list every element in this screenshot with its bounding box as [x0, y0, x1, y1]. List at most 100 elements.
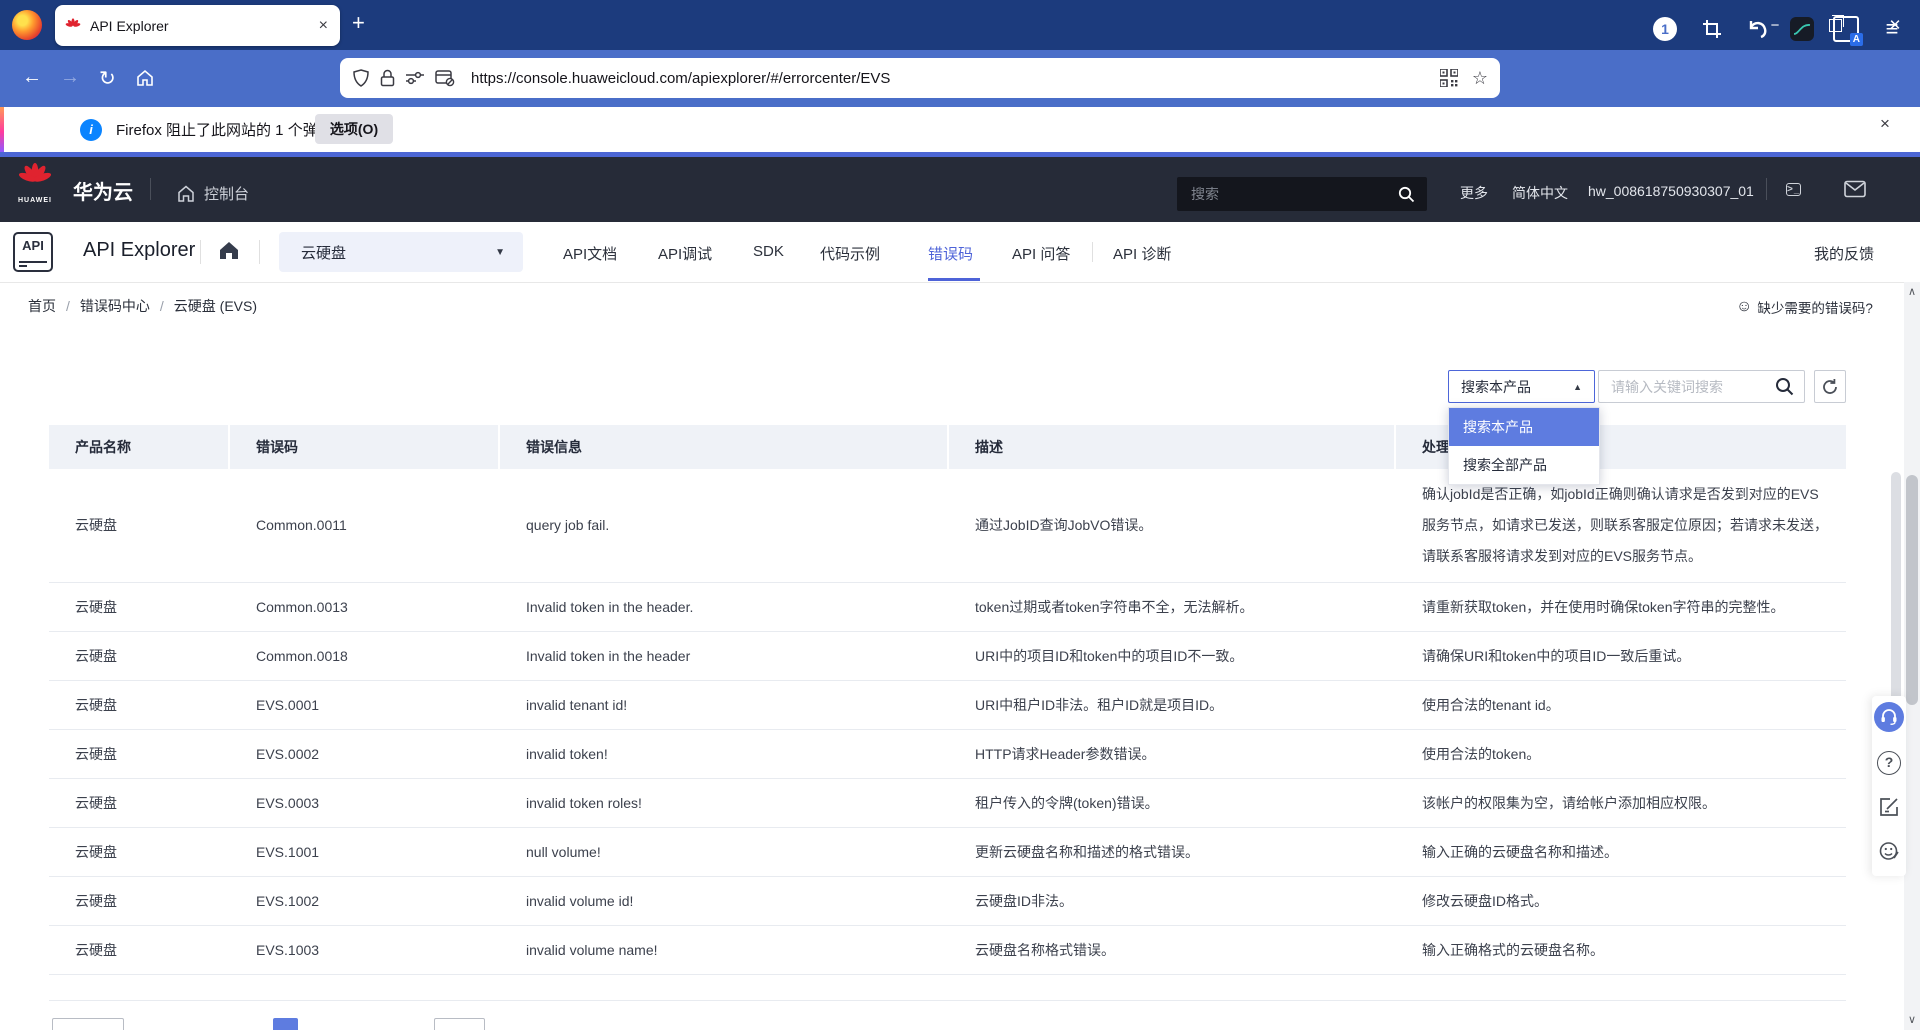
api-explorer-logo[interactable]: API: [13, 232, 53, 272]
breadcrumb: 首页 / 错误码中心 / 云硬盘 (EVS): [28, 296, 257, 316]
permissions-icon[interactable]: [405, 71, 425, 85]
notification-options-button[interactable]: 选项(O): [315, 114, 393, 144]
content-scrollbar-thumb[interactable]: [1891, 472, 1901, 703]
nav-account-link[interactable]: hw_008618750930307_01: [1588, 183, 1754, 199]
forward-icon[interactable]: →: [60, 66, 80, 89]
keyword-search-box[interactable]: [1598, 370, 1805, 403]
page-scrollbar-thumb[interactable]: [1906, 475, 1918, 705]
subnav-title[interactable]: API Explorer: [83, 239, 195, 262]
cell-description: 云硬盘名称格式错误。: [949, 940, 1396, 960]
feedback-button[interactable]: [1874, 836, 1904, 866]
smiley-pen-icon: [1878, 840, 1900, 862]
url-bar[interactable]: https://console.huaweicloud.com/apiexplo…: [340, 58, 1500, 98]
subnav-home-icon[interactable]: [218, 240, 240, 261]
dark-extension-icon[interactable]: [1782, 0, 1822, 57]
product-select[interactable]: 云硬盘 ▼: [279, 232, 523, 272]
refresh-icon: [1821, 378, 1839, 396]
help-button[interactable]: ?: [1874, 748, 1904, 778]
mail-icon[interactable]: [1844, 179, 1866, 199]
keyword-search-input[interactable]: [1609, 378, 1775, 396]
popup-blocked-icon[interactable]: [435, 69, 455, 87]
page-size-select[interactable]: [52, 1018, 124, 1030]
table-row: 云硬盘 EVS.0002 invalid token! HTTP请求Header…: [49, 729, 1846, 778]
firefox-icon[interactable]: [12, 10, 42, 40]
page-jump-input[interactable]: [434, 1018, 485, 1030]
customer-service-button[interactable]: [1874, 702, 1904, 732]
search-scope-select[interactable]: 搜索本产品 ▲: [1448, 370, 1595, 403]
scroll-down-icon[interactable]: ∨: [1904, 1013, 1920, 1026]
table-row: 云硬盘 EVS.0003 invalid token roles! 租户传入的令…: [49, 778, 1846, 827]
cell-description: 更新云硬盘名称和描述的格式错误。: [949, 842, 1396, 862]
error-code-table: 产品名称 错误码 错误信息 描述 处理措施 云硬盘 Common.0011 qu…: [49, 425, 1846, 1001]
tab-error-codes[interactable]: 错误码: [928, 243, 973, 264]
cell-action: 输入正确格式的云硬盘描述。: [1396, 975, 1846, 1001]
cell-error-message: query job fail.: [500, 515, 949, 535]
translate-extension-icon[interactable]: [1826, 0, 1866, 57]
screenshot-crop-icon[interactable]: [1692, 0, 1732, 57]
cell-product: 云硬盘: [49, 597, 230, 617]
extension-badge-button[interactable]: 1: [1645, 0, 1685, 57]
undo-arrow-icon[interactable]: [1738, 0, 1778, 57]
cell-action: 确认jobId是否正确，如jobId正确则确认请求是否发到对应的EVS服务节点，…: [1396, 479, 1846, 572]
search-icon[interactable]: [1775, 377, 1794, 396]
tab-api-docs[interactable]: API文档: [563, 243, 617, 264]
browser-window: API Explorer × + ∨ − ✕ ← → ↻ https://con…: [0, 0, 1920, 1030]
cell-action: 输入正确格式的云硬盘名称。: [1396, 940, 1846, 960]
product-select-value: 云硬盘: [301, 242, 346, 263]
tab-api-debug[interactable]: API调试: [658, 243, 712, 264]
tab-api-diagnosis[interactable]: API 诊断: [1113, 243, 1171, 264]
scroll-up-icon[interactable]: ∧: [1904, 285, 1920, 298]
table-row: 云硬盘 Common.0013 Invalid token in the hea…: [49, 582, 1846, 631]
missing-error-code-link[interactable]: ☺ 缺少需要的错误码?: [1736, 297, 1873, 317]
dropdown-option-this-product[interactable]: 搜索本产品: [1449, 408, 1599, 446]
notification-message: Firefox 阻止了此网站的 1 个弹窗。: [116, 119, 348, 140]
cell-error-message: invalid volume description!: [500, 975, 949, 1001]
tab-api-qa[interactable]: API 问答: [1012, 243, 1070, 264]
lock-icon[interactable]: [380, 69, 395, 87]
qr-code-icon[interactable]: [1440, 69, 1458, 87]
brand-name[interactable]: 华为云: [73, 176, 133, 205]
bookmark-star-icon[interactable]: ☆: [1472, 68, 1488, 89]
cell-description: 云硬盘ID非法。: [949, 891, 1396, 911]
nav-language-link[interactable]: 简体中文: [1512, 183, 1568, 203]
cell-error-message: Invalid token in the header: [500, 646, 949, 666]
home-icon[interactable]: [135, 68, 155, 88]
cell-product: 云硬盘: [49, 695, 230, 715]
nav-search-input[interactable]: [1189, 185, 1398, 203]
search-scope-dropdown: 搜索本产品 搜索全部产品: [1448, 407, 1600, 485]
breadcrumb-home[interactable]: 首页: [28, 296, 56, 316]
tab-close-icon[interactable]: ×: [317, 17, 330, 35]
survey-button[interactable]: [1874, 792, 1904, 822]
cell-error-code: EVS.1001: [230, 842, 500, 862]
cell-error-code: Common.0013: [230, 597, 500, 617]
subnav-divider: [1092, 242, 1093, 262]
tab-code-samples[interactable]: 代码示例: [820, 243, 880, 264]
huawei-logo[interactable]: HUAWEI: [12, 163, 58, 204]
console-terminal-icon[interactable]: >_: [1786, 179, 1801, 199]
cell-description: URI中租户ID非法。租户ID就是项目ID。: [949, 695, 1396, 715]
notification-close-icon[interactable]: ×: [1880, 114, 1890, 134]
dropdown-option-all-products[interactable]: 搜索全部产品: [1449, 446, 1599, 484]
browser-tab[interactable]: API Explorer ×: [55, 5, 340, 46]
console-link[interactable]: 控制台: [176, 183, 249, 204]
header-description: 描述: [949, 425, 1396, 469]
shield-icon[interactable]: [352, 69, 370, 87]
url-text[interactable]: https://console.huaweicloud.com/apiexplo…: [471, 70, 1440, 87]
breadcrumb-error-center[interactable]: 错误码中心: [80, 296, 150, 316]
reload-icon[interactable]: ↻: [99, 66, 116, 91]
current-page-button[interactable]: [273, 1018, 298, 1030]
cell-product: 云硬盘: [49, 793, 230, 813]
hamburger-menu-icon[interactable]: ≡: [1872, 0, 1912, 57]
new-tab-button[interactable]: +: [352, 10, 365, 36]
nav-more-link[interactable]: 更多: [1460, 183, 1488, 203]
cell-error-message: invalid token!: [500, 744, 949, 764]
cell-description: token过期或者token字符串不全，无法解析。: [949, 597, 1396, 617]
cell-product: 云硬盘: [49, 975, 230, 1001]
cell-error-message: null volume!: [500, 842, 949, 862]
nav-search-box[interactable]: [1177, 177, 1427, 211]
search-icon[interactable]: [1398, 186, 1415, 203]
back-icon[interactable]: ←: [22, 66, 42, 89]
refresh-button[interactable]: [1814, 370, 1846, 403]
tab-sdk[interactable]: SDK: [753, 243, 784, 260]
my-feedback-link[interactable]: 我的反馈: [1814, 243, 1874, 264]
